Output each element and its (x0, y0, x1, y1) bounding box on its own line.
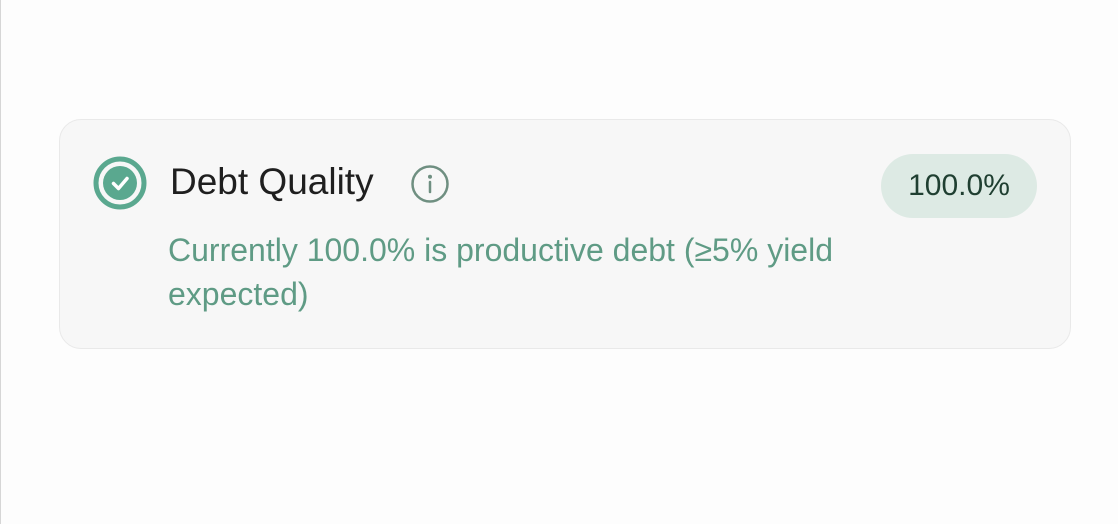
page: Debt Quality 100.0% Currently 100.0% is … (0, 0, 1118, 524)
percentage-badge: 100.0% (881, 154, 1037, 218)
debt-quality-card: Debt Quality 100.0% Currently 100.0% is … (59, 119, 1071, 349)
info-icon[interactable] (409, 163, 451, 205)
card-description: Currently 100.0% is productive debt (≥5%… (168, 232, 833, 312)
check-circle-icon (93, 156, 147, 210)
card-title: Debt Quality (170, 161, 374, 202)
